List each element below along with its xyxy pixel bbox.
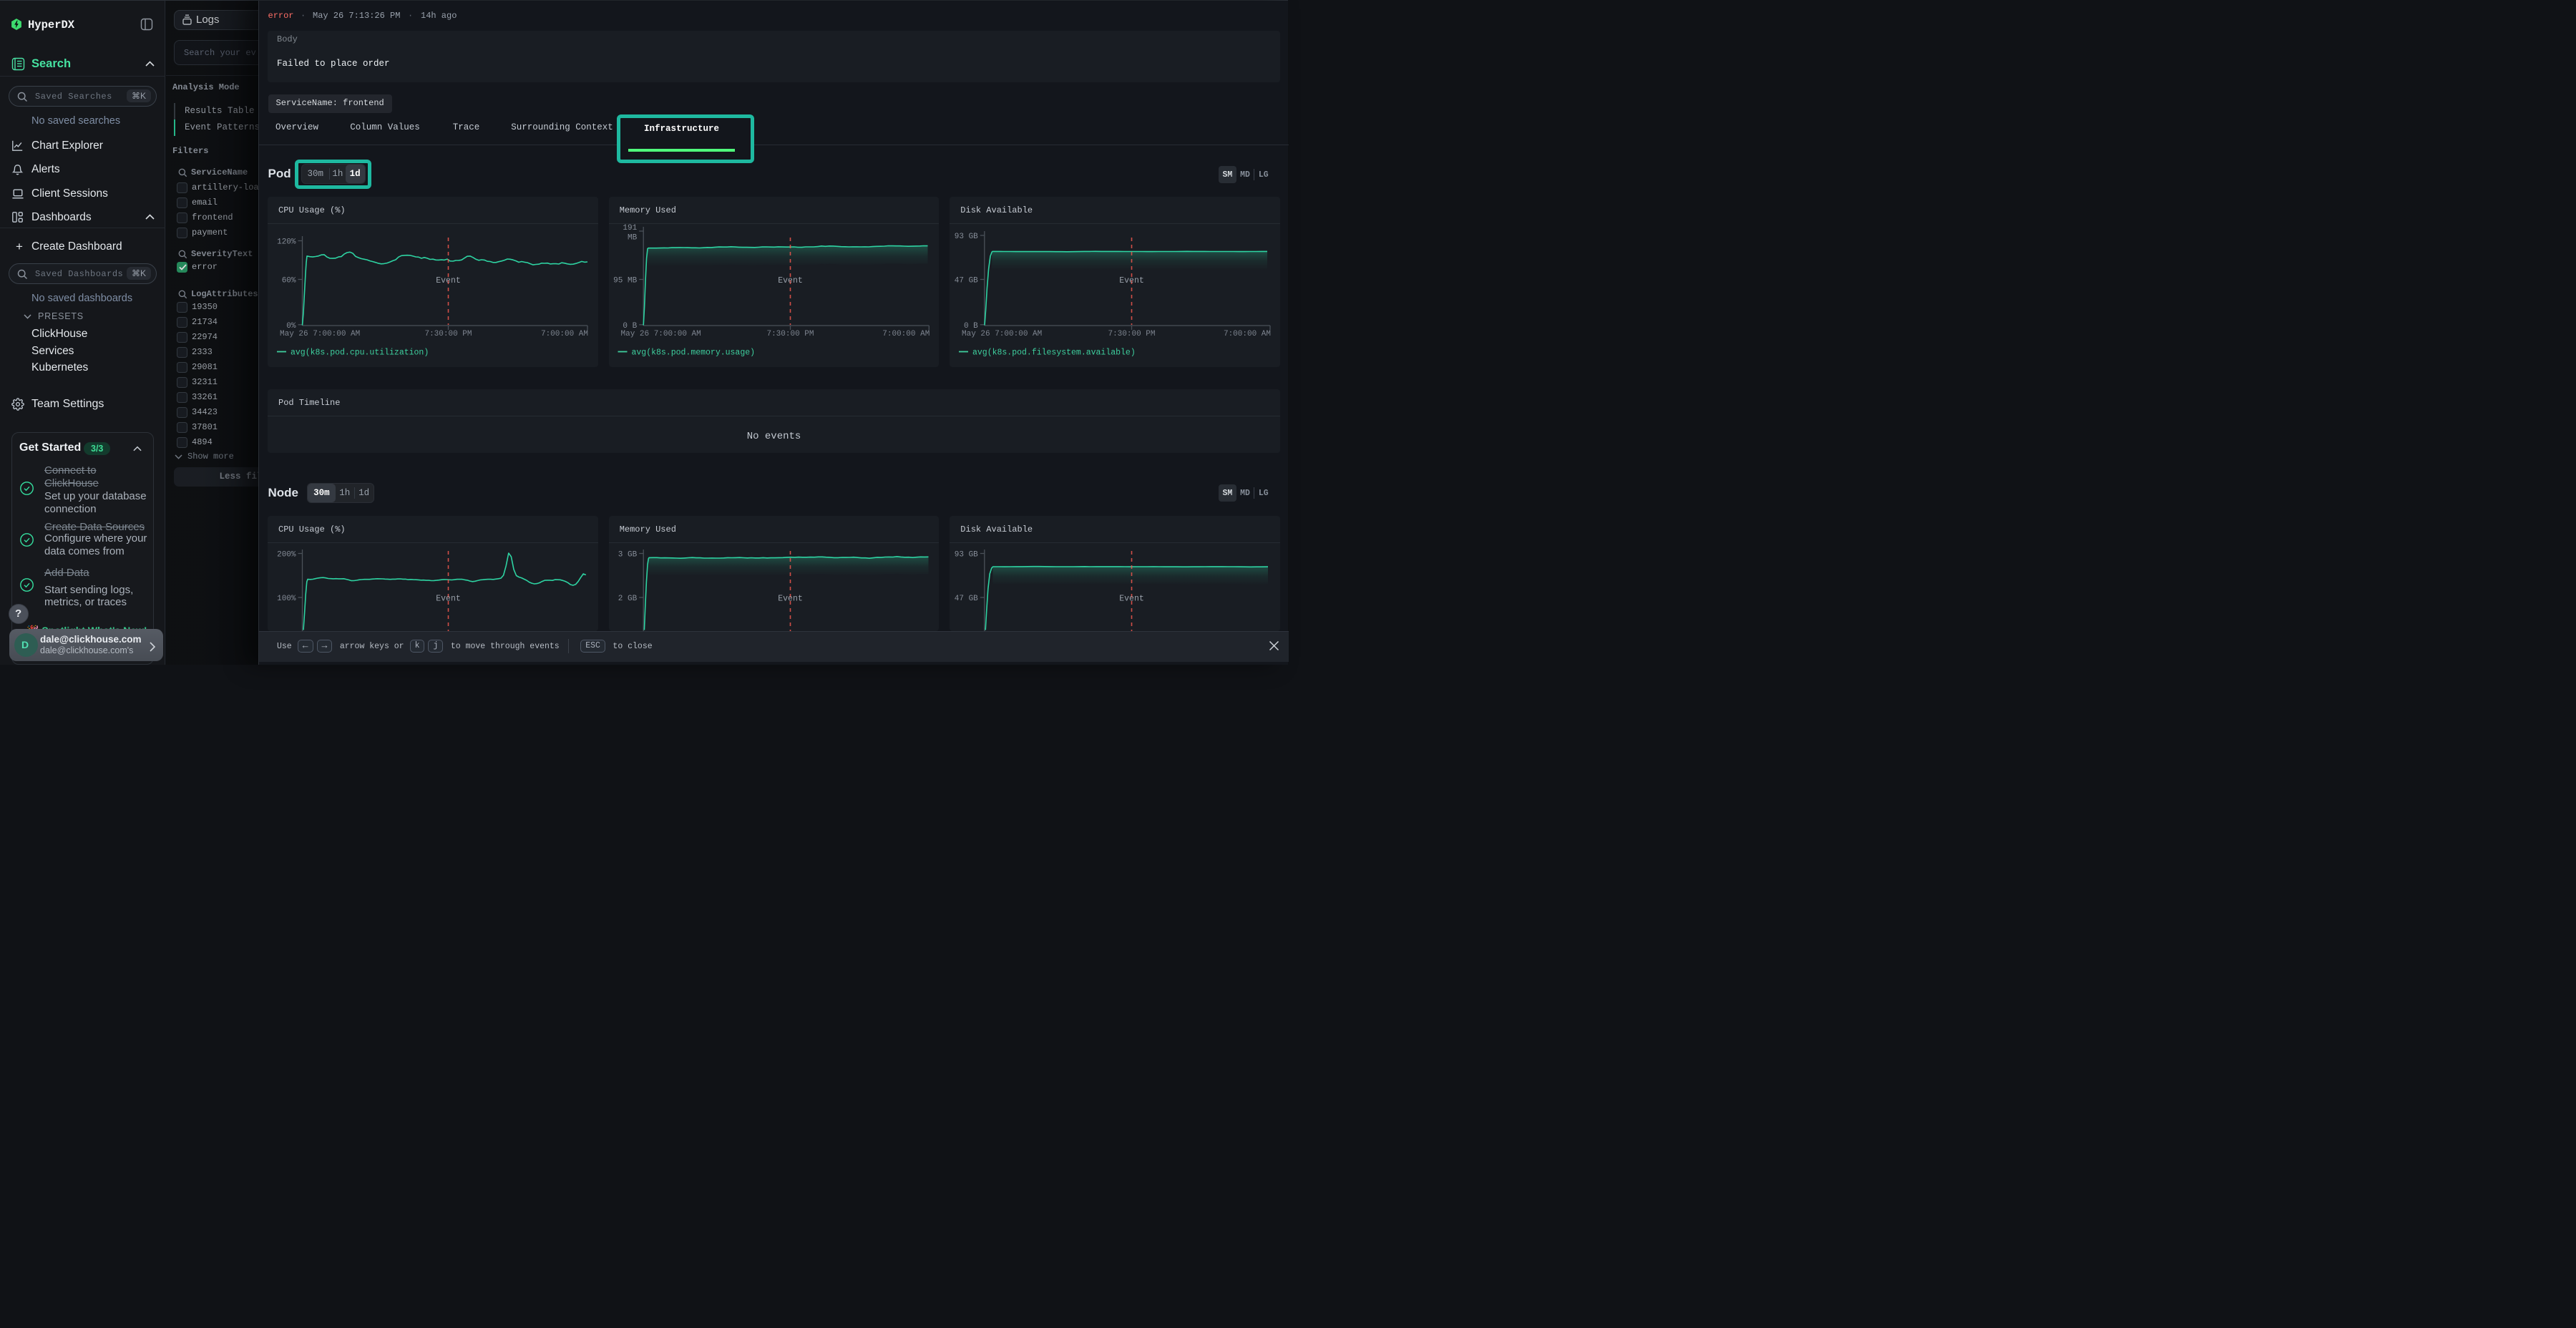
svg-text:Event: Event bbox=[1119, 276, 1144, 285]
svg-text:7:30:00 PM: 7:30:00 PM bbox=[766, 330, 814, 338]
svg-text:7:00:00 AM: 7:00:00 AM bbox=[882, 330, 930, 338]
svg-text:Event: Event bbox=[778, 276, 803, 285]
svg-text:120%: 120% bbox=[277, 238, 296, 247]
svg-text:0 B: 0 B bbox=[623, 322, 637, 331]
svg-text:0%: 0% bbox=[286, 322, 296, 331]
svg-text:191: 191 bbox=[623, 224, 637, 233]
svg-text:avg(k8s.pod.cpu.utilization): avg(k8s.pod.cpu.utilization) bbox=[291, 348, 429, 358]
svg-text:47 GB: 47 GB bbox=[955, 595, 978, 603]
svg-text:7:30:00 PM: 7:30:00 PM bbox=[1108, 330, 1155, 338]
svg-text:93 GB: 93 GB bbox=[955, 233, 978, 241]
svg-text:Event: Event bbox=[436, 276, 461, 285]
svg-text:avg(k8s.pod.filesystem.availab: avg(k8s.pod.filesystem.available) bbox=[972, 348, 1136, 358]
svg-text:May 26 7:00:00 AM: May 26 7:00:00 AM bbox=[962, 330, 1042, 338]
svg-text:avg(k8s.pod.memory.usage): avg(k8s.pod.memory.usage) bbox=[632, 348, 756, 358]
svg-text:7:30:00 PM: 7:30:00 PM bbox=[424, 330, 472, 338]
svg-text:0 B: 0 B bbox=[964, 322, 978, 331]
svg-text:May 26 7:00:00 AM: May 26 7:00:00 AM bbox=[280, 330, 360, 338]
svg-text:200%: 200% bbox=[277, 551, 296, 560]
svg-text:MB: MB bbox=[628, 234, 638, 243]
svg-text:2 GB: 2 GB bbox=[618, 595, 638, 603]
svg-text:Event: Event bbox=[1119, 595, 1144, 604]
svg-text:7:00:00 AM: 7:00:00 AM bbox=[541, 330, 588, 338]
svg-text:47 GB: 47 GB bbox=[955, 277, 978, 285]
svg-text:May 26 7:00:00 AM: May 26 7:00:00 AM bbox=[621, 330, 701, 338]
svg-text:Event: Event bbox=[436, 595, 461, 604]
svg-text:100%: 100% bbox=[277, 595, 296, 603]
svg-text:7:00:00 AM: 7:00:00 AM bbox=[1224, 330, 1271, 338]
svg-text:Event: Event bbox=[778, 595, 803, 604]
svg-text:60%: 60% bbox=[282, 277, 296, 285]
svg-text:93 GB: 93 GB bbox=[955, 551, 978, 560]
svg-text:95 MB: 95 MB bbox=[613, 277, 637, 285]
svg-text:3 GB: 3 GB bbox=[618, 551, 638, 560]
